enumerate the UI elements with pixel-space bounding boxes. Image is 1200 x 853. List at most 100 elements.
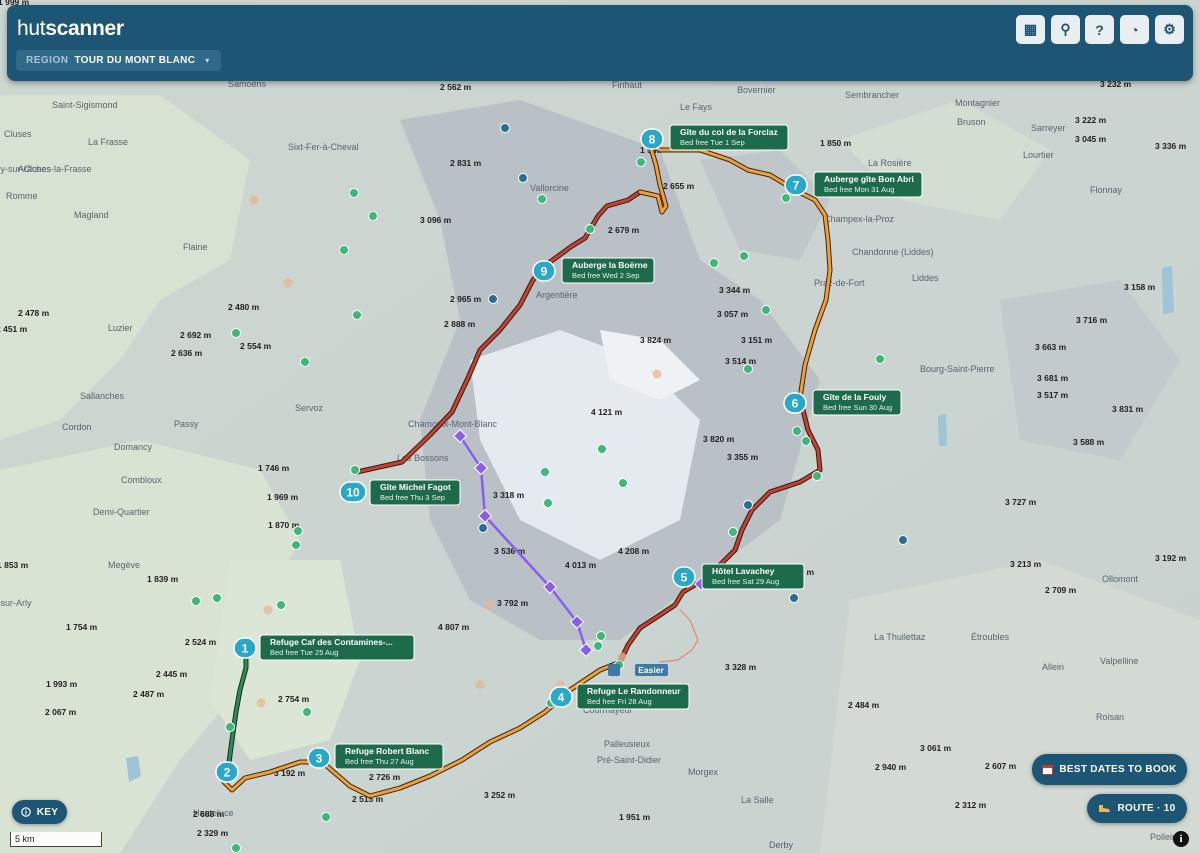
place-label: Chamonix-Mont-Blanc <box>408 419 498 429</box>
compass-button[interactable]: ◔ <box>1120 15 1149 44</box>
hut-available-marker[interactable] <box>339 245 349 255</box>
elevation-label: 1 853 m <box>0 560 29 570</box>
place-label: Derby <box>769 840 794 850</box>
hut-available-marker[interactable] <box>596 631 606 641</box>
hut-available-marker[interactable] <box>597 444 607 454</box>
stage-10[interactable]: Gîte Michel FagotBed free Thu 3 Sep 10 <box>339 479 461 506</box>
topographic-map[interactable]: Saint-SigismondClusesLa FrasseArâches-la… <box>0 0 1200 853</box>
stage-hut-name: Refuge Le Randonneur <box>587 686 681 696</box>
place-label: Palleusieux <box>604 739 651 749</box>
region-selector[interactable]: REGION TOUR DU MONT BLANC ▾ <box>16 50 222 71</box>
elevation-label: 3 588 m <box>1073 437 1105 447</box>
hut-available-marker[interactable] <box>291 540 301 550</box>
hut-full-marker[interactable] <box>488 294 498 304</box>
hut-available-marker[interactable] <box>191 596 201 606</box>
hut-available-marker[interactable] <box>540 467 550 477</box>
help-button[interactable]: ? <box>1085 15 1114 44</box>
place-label: Sallanches <box>80 391 125 401</box>
elevation-label: 2 709 m <box>1045 585 1077 595</box>
hut-unknown-marker[interactable] <box>263 605 273 615</box>
app-logo[interactable]: hutscanner <box>17 17 124 41</box>
easier-badge-left <box>608 664 620 676</box>
hut-unknown-marker[interactable] <box>484 600 494 610</box>
place-label: Praz-de-Fort <box>814 278 865 288</box>
hut-full-marker[interactable] <box>500 123 510 133</box>
hut-available-marker[interactable] <box>225 722 235 732</box>
hut-available-marker[interactable] <box>728 527 738 537</box>
hut-full-marker[interactable] <box>789 593 799 603</box>
settings-button[interactable]: ⚙ <box>1155 15 1184 44</box>
hut-available-marker[interactable] <box>212 593 222 603</box>
place-label: Étroubles <box>971 632 1010 642</box>
hut-available-marker[interactable] <box>618 478 628 488</box>
hut-available-marker[interactable] <box>792 426 802 436</box>
hut-unknown-marker[interactable] <box>256 698 266 708</box>
stage-1[interactable]: Refuge Caf des Contamines-...Bed free Tu… <box>233 634 415 661</box>
hut-available-marker[interactable] <box>352 310 362 320</box>
hut-available-marker[interactable] <box>293 526 303 536</box>
hut-available-marker[interactable] <box>231 328 241 338</box>
hut-available-marker[interactable] <box>781 193 791 203</box>
place-label: Magland <box>74 210 109 220</box>
hut-full-marker[interactable] <box>478 523 488 533</box>
place-label: Megève <box>108 560 140 570</box>
hut-unknown-marker[interactable] <box>617 652 627 662</box>
hut-available-marker[interactable] <box>743 364 753 374</box>
elevation-label: 3 096 m <box>420 215 452 225</box>
elevation-label: 3 792 m <box>497 598 529 608</box>
place-label: Cordon <box>62 422 92 432</box>
hut-available-marker[interactable] <box>875 354 885 364</box>
hut-available-marker[interactable] <box>302 707 312 717</box>
stage-2[interactable]: 2 <box>215 761 239 783</box>
hut-full-marker[interactable] <box>743 500 753 510</box>
elevation-label: 2 688 m <box>193 809 225 819</box>
key-label: KEY <box>36 806 59 818</box>
stage-number: 2 <box>224 766 231 780</box>
elevation-label: 2 312 m <box>955 800 987 810</box>
best-dates-button[interactable]: BEST DATES TO BOOK <box>1032 754 1187 785</box>
hut-available-marker[interactable] <box>543 498 553 508</box>
hut-available-marker[interactable] <box>761 305 771 315</box>
hut-available-marker[interactable] <box>231 843 241 853</box>
hut-available-marker[interactable] <box>739 251 749 261</box>
hut-available-marker[interactable] <box>349 188 359 198</box>
hut-full-marker[interactable] <box>898 535 908 545</box>
hut-available-marker[interactable] <box>585 224 595 234</box>
stage-hut-name: Gîte de la Fouly <box>823 392 887 402</box>
top-bar: hutscanner REGION TOUR DU MONT BLANC ▾ ▦… <box>7 5 1193 81</box>
hut-available-marker[interactable] <box>593 641 603 651</box>
place-label: az-sur-Arly <box>0 598 32 608</box>
place-label: Valpelline <box>1100 656 1138 666</box>
search-button[interactable]: ⚲ <box>1051 15 1080 44</box>
stage-hut-name: Auberge gîte Bon Abri <box>824 174 914 184</box>
hut-available-marker[interactable] <box>709 258 719 268</box>
route-button[interactable]: ROUTE · 10 <box>1087 794 1187 823</box>
stage-availability: Bed free Sat 29 Aug <box>712 577 779 586</box>
place-label: Finhaut <box>612 80 643 90</box>
hut-full-marker[interactable] <box>518 173 528 183</box>
calendar-button[interactable]: ▦ <box>1016 15 1045 44</box>
elevation-label: 2 445 m <box>156 669 188 679</box>
hut-available-marker[interactable] <box>276 600 286 610</box>
hut-available-marker[interactable] <box>350 465 360 475</box>
hut-unknown-marker[interactable] <box>652 369 662 379</box>
hut-available-marker[interactable] <box>537 194 547 204</box>
hut-available-marker[interactable] <box>321 812 331 822</box>
hut-unknown-marker[interactable] <box>283 278 293 288</box>
hut-unknown-marker[interactable] <box>475 680 485 690</box>
hut-available-marker[interactable] <box>801 436 811 446</box>
elevation-label: 1 850 m <box>820 138 852 148</box>
hut-available-marker[interactable] <box>300 357 310 367</box>
place-label: Sixt-Fer-à-Cheval <box>288 142 359 152</box>
elevation-label: 2 562 m <box>440 82 472 92</box>
hut-available-marker[interactable] <box>636 157 646 167</box>
place-label: Saint-Sigismond <box>52 100 118 110</box>
hut-unknown-marker[interactable] <box>249 195 259 205</box>
attribution-info-icon[interactable]: i <box>1173 831 1189 847</box>
compass-icon: ◔ <box>1130 21 1139 38</box>
hut-available-marker[interactable] <box>368 211 378 221</box>
hut-available-marker[interactable] <box>812 471 822 481</box>
stage-hut-name: Gîte Michel Fagot <box>380 482 451 492</box>
key-button[interactable]: KEY <box>12 800 67 824</box>
elevation-label: 3 663 m <box>1035 342 1067 352</box>
